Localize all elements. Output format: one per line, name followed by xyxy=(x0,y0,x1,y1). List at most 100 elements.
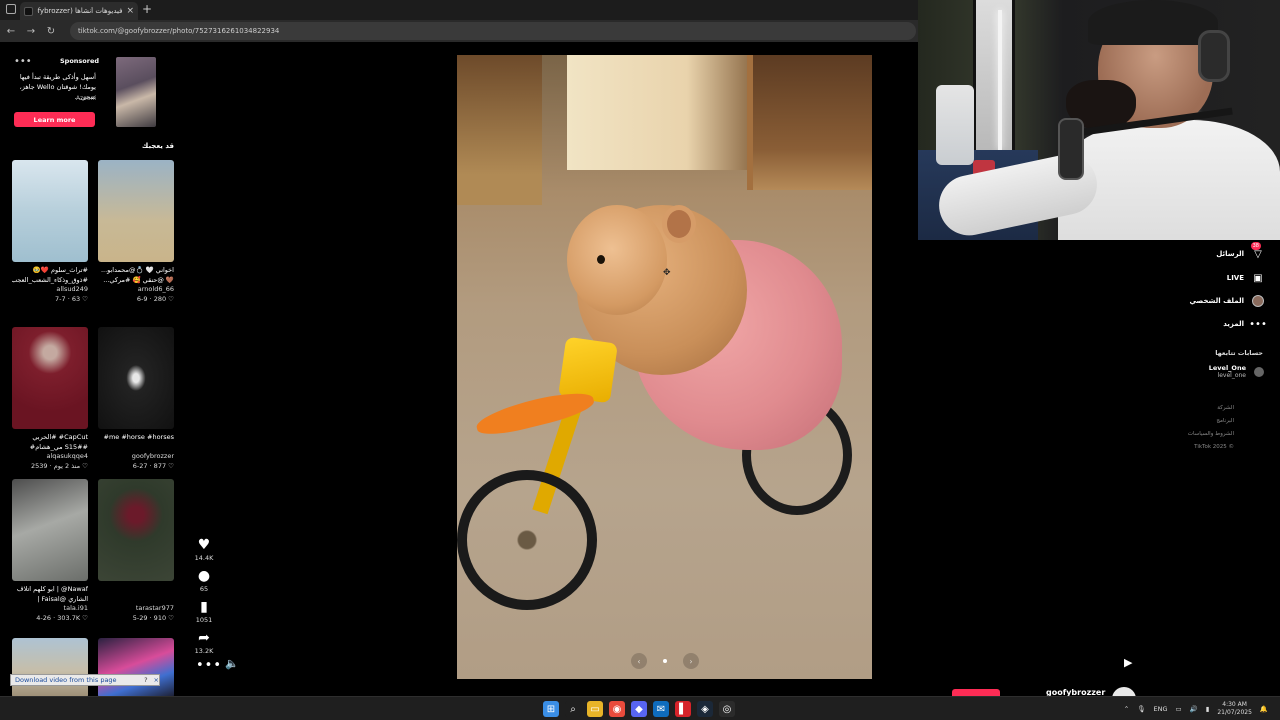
play-icon[interactable]: ▶ xyxy=(1124,656,1132,669)
browser-tab[interactable]: فيديوهات أنشأها (goofybrozzer) × xyxy=(20,2,138,20)
suggested-title: قد يعجبك xyxy=(141,142,174,150)
next-photo-button[interactable]: › xyxy=(683,653,699,669)
footer-link: TikTok 2025 © xyxy=(1194,444,1234,450)
nav-live[interactable]: ▣ LIVE xyxy=(1227,272,1264,284)
taskbar-apps: ⊞ ⌕ ▭ ◉ ◆ ✉ ▌ ◈ ◎ xyxy=(543,701,735,717)
help-icon[interactable]: ? xyxy=(144,676,150,684)
system-tray: ⌃ 🎙 ENG ▭ 🔊 ▮ 4:30 AM 21/07/2025 🔔 xyxy=(1124,701,1268,717)
app-red-icon[interactable]: ▌ xyxy=(675,701,691,717)
following-avatar xyxy=(1254,366,1264,377)
video-card[interactable]: Nawaf@ | ابو كلهم اتلاف الشاري @Faisal |… xyxy=(12,479,88,624)
video-caption: me #horse #horses# xyxy=(103,433,174,441)
comment-count: 65 xyxy=(199,585,209,593)
video-card[interactable]: tarastar977 5-29 · 910 ♡ xyxy=(98,479,174,624)
network-icon[interactable]: ▭ xyxy=(1175,705,1181,713)
nav-more[interactable]: ••• المزيد xyxy=(1223,318,1267,330)
microphone-icon[interactable]: 🎙 xyxy=(1137,705,1145,713)
video-card[interactable] xyxy=(12,638,88,698)
like-button[interactable]: ♥ 14.4K xyxy=(190,537,218,563)
nav-profile[interactable]: الملف الشخصي xyxy=(1189,295,1264,307)
steam-icon[interactable]: ◈ xyxy=(697,701,713,717)
download-video-bar[interactable]: Download video from this page ? × xyxy=(10,674,160,686)
discord-icon[interactable]: ◆ xyxy=(631,701,647,717)
webcam-tub xyxy=(936,85,974,165)
file-explorer-icon[interactable]: ▭ xyxy=(587,701,603,717)
action-bar: ♥ 14.4K ● 65 ▮ 1051 ➦ 13.2K xyxy=(190,538,218,662)
video-thumbnail[interactable] xyxy=(12,638,88,698)
sponsored-thumbnail[interactable] xyxy=(116,57,156,127)
webcam-light xyxy=(998,10,1002,150)
notification-icon[interactable]: 🔔 xyxy=(1260,705,1268,713)
battery-icon[interactable]: ▮ xyxy=(1206,705,1210,713)
carousel-dot[interactable] xyxy=(663,659,667,663)
video-thumbnail[interactable] xyxy=(12,160,88,262)
obs-icon[interactable]: ◎ xyxy=(719,701,735,717)
comment-button[interactable]: ● 65 xyxy=(190,569,218,594)
video-user[interactable]: allsud249 xyxy=(12,285,88,295)
video-card[interactable] xyxy=(98,638,174,698)
share-button[interactable]: ➦ 13.2K xyxy=(190,631,218,656)
footer-link[interactable]: البرنامج xyxy=(1188,415,1234,428)
sponsored-menu-icon[interactable]: ••• xyxy=(14,56,32,67)
footer-link[interactable]: الشركة xyxy=(1188,402,1234,415)
video-thumbnail[interactable] xyxy=(12,479,88,581)
video-thumbnail[interactable] xyxy=(98,638,174,698)
search-icon[interactable]: ⌕ xyxy=(565,701,581,717)
outlook-icon[interactable]: ✉ xyxy=(653,701,669,717)
learn-more-button[interactable]: Learn more xyxy=(14,112,95,127)
tab-title: فيديوهات أنشأها (goofybrozzer) xyxy=(37,7,123,15)
webcam-microphone xyxy=(1058,118,1084,180)
download-label[interactable]: Download video from this page xyxy=(15,676,117,684)
photo-hamster-head xyxy=(567,205,667,315)
video-thumbnail[interactable] xyxy=(98,479,174,581)
footer-links: الشركة البرنامج الشروط والسياسات TikTok … xyxy=(1188,402,1234,454)
photo-background xyxy=(457,55,542,205)
video-card[interactable]: me #horse #horses# goofybrozzer 6-27 · 8… xyxy=(98,327,174,472)
new-tab-button[interactable]: + xyxy=(142,3,152,15)
reload-icon[interactable]: ↻ xyxy=(46,26,56,37)
forward-icon[interactable]: → xyxy=(26,26,36,37)
video-card[interactable]: #تراث_سلوم ❤️🥹 #ذوق_وذكاء_الشعب_العجب al… xyxy=(12,160,88,305)
more-options-icon[interactable]: ••• xyxy=(196,658,222,673)
clock-date: 21/07/2025 xyxy=(1217,709,1252,716)
video-user[interactable]: alqasukqqe4 xyxy=(12,452,88,462)
heart-icon: ♥ xyxy=(197,537,211,553)
video-card[interactable]: اخواني 🤍 💍@محمدابو... 🤎 @حنقي 🥰 #مركي...… xyxy=(98,160,174,305)
video-thumbnail[interactable] xyxy=(98,160,174,262)
sponsored-advertiser: Azooni xyxy=(75,95,96,102)
messages-badge: 38 xyxy=(1250,242,1261,250)
video-user[interactable]: tala.i91 xyxy=(12,604,88,614)
clock-time: 4:30 AM xyxy=(1222,701,1247,708)
footer-link[interactable]: الشروط والسياسات xyxy=(1188,428,1234,441)
video-thumbnail[interactable] xyxy=(12,327,88,429)
window-menu-icon[interactable] xyxy=(6,4,16,14)
bookmark-icon: ▮ xyxy=(200,599,208,615)
following-account[interactable]: Level_One level_one xyxy=(1209,364,1264,379)
prev-photo-button[interactable]: ‹ xyxy=(631,653,647,669)
mouse-cursor-icon: ✥ xyxy=(663,268,671,278)
address-bar: ← → ↻ tiktok.com/@goofybrozzer/photo/752… xyxy=(0,20,918,42)
volume-icon[interactable]: 🔊 xyxy=(1190,705,1198,713)
photo-background xyxy=(567,55,767,170)
browser-tab-bar: فيديوهات أنشأها (goofybrozzer) × + xyxy=(0,0,918,20)
video-user[interactable]: arnold6_66 xyxy=(98,285,174,295)
close-icon[interactable]: × xyxy=(154,676,159,684)
video-user[interactable]: goofybrozzer xyxy=(98,452,174,462)
language-indicator[interactable]: ENG xyxy=(1153,705,1167,713)
nav-messages[interactable]: ▽ 38 الرسائل xyxy=(1216,242,1264,260)
webcam-window xyxy=(973,0,1015,150)
video-card[interactable]: CapCut# #الحربي #S15# مي_هشام# مودي... a… xyxy=(12,327,88,472)
url-input[interactable]: tiktok.com/@goofybrozzer/photo/752731626… xyxy=(70,22,916,40)
tab-close-icon[interactable]: × xyxy=(126,6,134,16)
nav-label: المزيد xyxy=(1223,320,1244,328)
start-icon[interactable]: ⊞ xyxy=(543,701,559,717)
post-photo[interactable]: ✥ ‹ › xyxy=(457,55,872,679)
video-user[interactable]: tarastar977 xyxy=(98,604,174,614)
save-button[interactable]: ▮ 1051 xyxy=(190,599,218,625)
clock[interactable]: 4:30 AM 21/07/2025 xyxy=(1217,701,1252,717)
video-thumbnail[interactable] xyxy=(98,327,174,429)
chrome-icon[interactable]: ◉ xyxy=(609,701,625,717)
back-icon[interactable]: ← xyxy=(6,26,16,37)
volume-icon[interactable]: 🔈 xyxy=(225,657,239,670)
tray-overflow-icon[interactable]: ⌃ xyxy=(1124,705,1129,713)
